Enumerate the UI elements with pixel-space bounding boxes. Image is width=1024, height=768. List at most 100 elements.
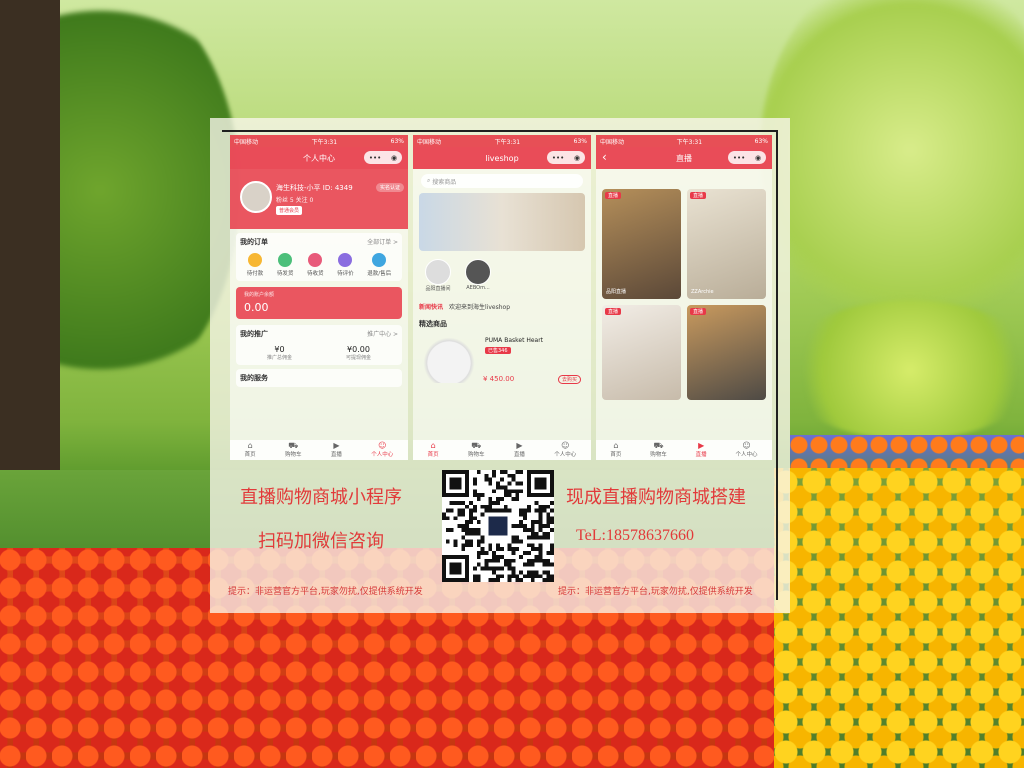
featured-title: 精选商品	[419, 320, 447, 328]
live-icon: ▶	[516, 441, 523, 450]
live-room-card[interactable]: 直播 ZZArchie	[687, 189, 766, 299]
news-text: 欢迎来到海生liveshop	[449, 304, 511, 311]
search-input[interactable]: ⌕ 搜索商品	[421, 174, 583, 188]
live-room-card[interactable]: 直播	[687, 305, 766, 400]
order-shortcut-label: 待付款	[246, 271, 264, 277]
banner-image[interactable]	[419, 193, 585, 251]
carrier-label: 中国移动	[234, 138, 259, 146]
order-shortcut-label: 待评价	[337, 271, 354, 277]
user-icon: ☺	[742, 441, 751, 450]
phone-profile-screen: 中国移动 下午3:31 63% 个人中心 ••• ◉ 海生科技-小平 ID: 4…	[230, 135, 408, 460]
anchor-item[interactable]: 品阳直播间	[425, 259, 451, 292]
order-shortcut[interactable]: 退款/售后	[367, 253, 391, 277]
services-section: 我的服务	[236, 369, 402, 387]
miniprogram-capsule[interactable]: ••• ◉	[547, 151, 585, 164]
orders-title: 我的订单	[240, 238, 268, 246]
tab-cart[interactable]: ⛟ 购物车	[468, 442, 485, 459]
news-ticker[interactable]: 新闻快讯 欢迎来到海生liveshop	[419, 302, 585, 311]
live-badge: 直播	[690, 308, 707, 315]
tab-bar: ⌂ 首页 ⛟ 购物车 ▶ 直播 ☺ 个人中心	[230, 440, 408, 460]
wallet-amount: 0.00	[244, 301, 269, 314]
page-title: 直播	[676, 153, 692, 163]
close-circle-icon[interactable]: ◉	[574, 154, 580, 162]
close-circle-icon[interactable]: ◉	[755, 154, 761, 162]
services-title: 我的服务	[240, 374, 268, 382]
tab-home[interactable]: ⌂ 首页	[245, 442, 256, 459]
page-title: liveshop	[485, 153, 519, 163]
miniprogram-capsule[interactable]: ••• ◉	[364, 151, 402, 164]
tab-live[interactable]: ▶ 直播	[514, 441, 525, 459]
tab-profile[interactable]: ☺ 个人中心	[554, 441, 576, 459]
product-price: ¥ 450.00	[483, 375, 515, 383]
tab-home[interactable]: ⌂ 首页	[428, 442, 439, 459]
yellow-tulip-bed	[774, 468, 1024, 768]
promotion-title: 我的推广	[240, 330, 268, 338]
wallet-card[interactable]: 我的账户余额 0.00	[236, 287, 402, 319]
close-circle-icon[interactable]: ◉	[391, 154, 397, 162]
live-room-card[interactable]: 直播	[602, 305, 681, 400]
disclaimer-right: 提示：非运营官方平台,玩家勿扰,仅提供系统开发	[558, 587, 753, 597]
home-icon: ⌂	[613, 441, 619, 450]
live-room-name: ZZArchie	[691, 289, 714, 295]
wallet-label: 我的账户余额	[244, 292, 275, 298]
carrier-label: 中国移动	[600, 138, 625, 146]
order-status-icon	[248, 253, 263, 267]
user-icon: ☺	[561, 441, 570, 450]
live-badge: 直播	[605, 192, 622, 199]
live-badge: 直播	[605, 308, 622, 315]
live-room-card[interactable]: 直播 品阳直播	[602, 189, 681, 299]
right-shrub	[780, 300, 1024, 440]
order-shortcut[interactable]: 待收货	[307, 253, 324, 277]
product-card[interactable]: PUMA Basket Heart 已售346 ¥ 450.00 去购买	[419, 333, 585, 393]
avatar[interactable]	[240, 181, 272, 213]
promotion-section: 我的推广 推广中心 > ¥0 推广总佣金 ¥0.00 可提现佣金	[236, 325, 402, 365]
status-bar: 中国移动 下午3:31 63%	[596, 135, 772, 147]
more-icon[interactable]: •••	[552, 154, 564, 162]
order-status-icon	[372, 253, 387, 267]
orders-more-link[interactable]: 全部订单 >	[367, 237, 398, 247]
anchor-avatar	[465, 259, 491, 285]
tab-home[interactable]: ⌂ 首页	[610, 441, 621, 459]
miniprogram-capsule[interactable]: ••• ◉	[728, 151, 766, 164]
profile-header: 海生科技-小平 ID: 4349 粉丝 5 关注 0 普通会员 实名认证	[230, 169, 408, 229]
buy-button[interactable]: 去购买	[557, 375, 581, 384]
tab-profile[interactable]: ☺ 个人中心	[371, 442, 393, 459]
withdrawable-label: 可提现佣金	[345, 355, 371, 361]
tab-live[interactable]: ▶ 直播	[696, 441, 707, 459]
disclaimer-left: 提示：非运营官方平台,玩家勿扰,仅提供系统开发	[228, 587, 423, 597]
anchor-list: 品阳直播间 AEBOm...	[425, 259, 579, 292]
cart-icon: ⛟	[653, 441, 664, 450]
order-shortcut[interactable]: 待发货	[277, 253, 293, 277]
status-time: 下午3:31	[676, 138, 703, 146]
product-name: PUMA Basket Heart	[485, 337, 544, 344]
title-bar: liveshop ••• ◉	[413, 147, 591, 169]
search-placeholder: 搜索商品	[432, 178, 457, 186]
tab-cart[interactable]: ⛟ 购物车	[285, 442, 302, 459]
promotion-center-link[interactable]: 推广中心 >	[367, 329, 398, 339]
title-bar: ‹ 直播 ••• ◉	[596, 147, 772, 169]
qr-code[interactable]	[442, 470, 554, 582]
promo-headline-left: 直播购物商城小程序	[240, 487, 402, 508]
live-badge: 直播	[690, 192, 707, 199]
order-shortcut-label: 待收货	[307, 271, 324, 277]
tab-cart[interactable]: ⛟ 购物车	[650, 441, 667, 459]
promo-headline-right: 现成直播购物商城搭建	[566, 487, 746, 508]
verify-badge[interactable]: 实名认证	[375, 183, 404, 192]
order-shortcut[interactable]: 待评价	[337, 253, 354, 277]
panel-right-border	[776, 130, 778, 600]
anchor-item[interactable]: AEBOm...	[465, 259, 491, 292]
back-icon[interactable]: ‹	[602, 150, 607, 164]
phone-home-screen: 中国移动 下午3:31 63% liveshop ••• ◉ ⌕ 搜索商品 品阳…	[413, 135, 591, 460]
panel-top-border	[222, 130, 778, 132]
order-shortcut[interactable]: 待付款	[246, 253, 264, 277]
more-icon[interactable]: •••	[733, 154, 745, 162]
tab-profile[interactable]: ☺ 个人中心	[736, 441, 758, 459]
order-icons: 待付款 待发货 待收货 待评价 退款/售后	[240, 253, 398, 277]
product-sold-tag: 已售346	[485, 347, 511, 354]
tab-live[interactable]: ▶ 直播	[331, 442, 342, 459]
order-status-icon	[278, 253, 293, 267]
battery-label: 63%	[390, 137, 404, 145]
more-icon[interactable]: •••	[369, 154, 381, 162]
live-icon: ▶	[698, 441, 705, 450]
qr-code-graphic	[442, 470, 554, 582]
